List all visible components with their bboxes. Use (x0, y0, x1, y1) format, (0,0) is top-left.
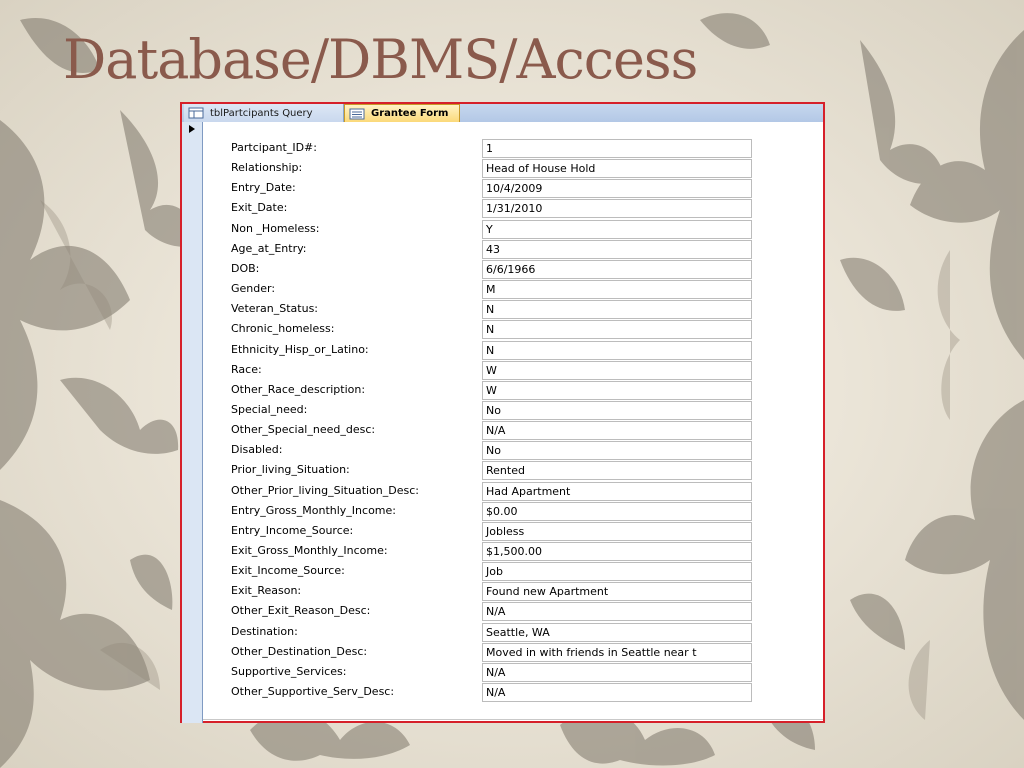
field-value-textbox[interactable]: Head of House Hold (482, 159, 752, 179)
form-row: Exit_Gross_Monthly_Income: $1,500.00 (231, 542, 806, 561)
field-value-textbox[interactable]: Jobless (482, 521, 752, 541)
field-value-textbox[interactable]: N/A (482, 602, 752, 622)
field-value-textbox[interactable]: N/A (482, 421, 752, 441)
form-row: Partcipant_ID#: 1 (231, 139, 806, 158)
tab-label: Grantee Form (371, 108, 449, 119)
form-row: Gender: M (231, 280, 806, 300)
field-label: Non _Homeless: (231, 221, 320, 235)
form-row: Non _Homeless: Y (231, 219, 806, 239)
tab-label: tblPartcipants Query (210, 107, 313, 119)
form-row: Destination: Seattle, WA (231, 622, 806, 642)
form-row: Relationship: Head of House Hold (231, 159, 806, 179)
field-label: Ethnicity_Hisp_or_Latino: (231, 342, 369, 356)
field-label: Other_Special_need_desc: (231, 423, 376, 437)
field-value-textbox[interactable]: Moved in with friends in Seattle near t (482, 642, 752, 662)
field-value-textbox[interactable]: Found new Apartment (482, 582, 752, 602)
tab-tblpartcipants-query[interactable]: tblPartcipants Query (184, 104, 344, 122)
field-value-textbox[interactable]: W (482, 380, 752, 400)
field-label: Partcipant_ID#: (231, 141, 317, 154)
form-row: Race: W (231, 360, 806, 380)
field-value-textbox[interactable]: $1,500.00 (482, 542, 752, 561)
form-row: DOB: 6/6/1966 (231, 259, 806, 279)
field-label: Exit_Date: (231, 201, 288, 215)
field-value-textbox[interactable]: No (482, 441, 752, 461)
field-label: Other_Race_description: (231, 382, 366, 396)
form-bottom-edge (203, 719, 823, 724)
field-label: Entry_Date: (231, 181, 296, 195)
form-icon (349, 108, 365, 120)
field-value-textbox[interactable]: $0.00 (482, 501, 752, 521)
field-label: Veteran_Status: (231, 302, 319, 316)
form-row: Prior_living_Situation: Rented (231, 461, 806, 481)
field-label: Exit_Reason: (231, 584, 302, 598)
form-row: Other_Exit_Reason_Desc: N/A (231, 602, 806, 622)
field-value-textbox[interactable]: 6/6/1966 (482, 259, 752, 279)
field-label: Entry_Gross_Monthly_Income: (231, 503, 396, 517)
field-value-textbox[interactable]: N/A (482, 683, 752, 703)
tab-grantee-form[interactable]: Grantee Form (344, 104, 460, 122)
field-label: Chronic_homeless: (231, 322, 335, 336)
form-row: Ethnicity_Hisp_or_Latino: N (231, 340, 806, 360)
field-value-textbox[interactable]: 43 (482, 239, 752, 259)
field-label: Supportive_Services: (231, 664, 347, 678)
field-label: Age_at_Entry: (231, 241, 307, 255)
field-value-textbox[interactable]: N (482, 340, 752, 360)
form-row: Age_at_Entry: 43 (231, 239, 806, 259)
field-value-textbox[interactable]: Seattle, WA (482, 622, 752, 642)
field-label: DOB: (231, 261, 260, 275)
form-row: Other_Race_description: W (231, 380, 806, 400)
field-value-textbox[interactable]: Job (482, 562, 752, 582)
field-label: Prior_living_Situation: (231, 463, 350, 477)
field-label: Race: (231, 362, 262, 376)
field-value-textbox[interactable]: No (482, 400, 752, 420)
slide-title: Database/DBMS/Access (63, 28, 698, 91)
field-label: Destination: (231, 624, 298, 638)
field-value-textbox[interactable]: Had Apartment (482, 481, 752, 501)
form-row: Disabled: No (231, 441, 806, 461)
form-row: Entry_Gross_Monthly_Income: $0.00 (231, 501, 806, 521)
form-row: Exit_Reason: Found new Apartment (231, 582, 806, 602)
field-value-textbox[interactable]: 1 (482, 139, 752, 158)
form-row: Other_Prior_living_Situation_Desc: Had Ap… (231, 481, 806, 501)
field-label: Entry_Income_Source: (231, 523, 354, 537)
current-record-arrow-icon (189, 125, 195, 133)
field-value-textbox[interactable]: M (482, 280, 752, 300)
field-value-textbox[interactable]: 10/4/2009 (482, 179, 752, 199)
field-value-textbox[interactable]: N/A (482, 662, 752, 682)
form-row: Entry_Date: 10/4/2009 (231, 179, 806, 199)
field-value-textbox[interactable]: N (482, 300, 752, 320)
form-row: Special_need: No (231, 400, 806, 420)
form-row: Other_Special_need_desc: N/A (231, 421, 806, 441)
field-label: Exit_Income_Source: (231, 564, 345, 578)
form-row: Veteran_Status: N (231, 300, 806, 320)
form-row: Entry_Income_Source: Jobless (231, 521, 806, 541)
field-label: Relationship: (231, 161, 303, 175)
field-label: Other_Supportive_Serv_Desc: (231, 685, 395, 699)
form-row: Other_Supportive_Serv_Desc: N/A (231, 683, 806, 703)
field-label: Special_need: (231, 402, 308, 416)
field-value-textbox[interactable]: 1/31/2010 (482, 199, 752, 219)
field-value-textbox[interactable]: Rented (482, 461, 752, 481)
document-tab-bar: tblPartcipants Query Grantee Form (182, 104, 823, 122)
field-label: Other_Prior_living_Situation_Desc: (231, 483, 419, 497)
field-value-textbox[interactable]: Y (482, 219, 752, 239)
field-value-textbox[interactable]: N (482, 320, 752, 340)
field-label: Disabled: (231, 443, 283, 457)
access-window-screenshot: tblPartcipants Query Grantee Form Partci… (180, 102, 825, 723)
field-label: Other_Exit_Reason_Desc: (231, 604, 371, 618)
field-label: Exit_Gross_Monthly_Income: (231, 544, 388, 557)
form-row: Exit_Date: 1/31/2010 (231, 199, 806, 219)
form-row: Exit_Income_Source: Job (231, 562, 806, 582)
field-label: Gender: (231, 282, 276, 296)
form-row: Supportive_Services: N/A (231, 662, 806, 682)
record-selector[interactable] (182, 122, 203, 723)
field-label: Other_Destination_Desc: (231, 644, 368, 658)
form-row: Other_Destination_Desc: Moved in with fri… (231, 642, 806, 662)
query-table-icon (188, 107, 204, 119)
form-row: Chronic_homeless: N (231, 320, 806, 340)
field-value-textbox[interactable]: W (482, 360, 752, 380)
